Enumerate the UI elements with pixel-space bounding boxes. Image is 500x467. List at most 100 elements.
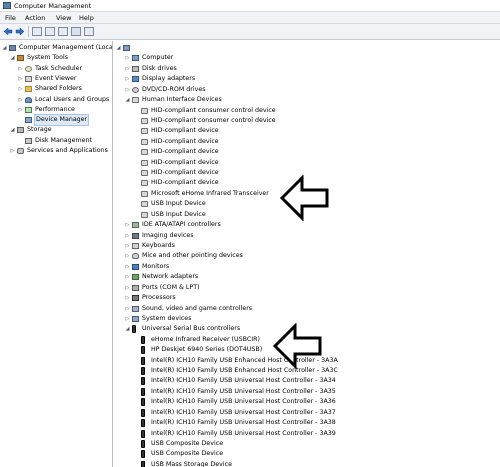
- collapse-toggle-icon[interactable]: ◢: [125, 324, 130, 334]
- device-tree-item[interactable]: Intel(R) ICH10 Family USB Universal Host…: [114, 376, 500, 386]
- expand-toggle-icon[interactable]: ▷: [18, 84, 23, 94]
- collapse-toggle-icon[interactable]: ◢: [2, 43, 7, 53]
- console-tree-item[interactable]: ▷ Local Users and Groups: [0, 95, 112, 105]
- device-tree-item[interactable]: HID-compliant device: [114, 158, 500, 168]
- expand-toggle-icon[interactable]: ▷: [125, 241, 130, 251]
- expand-toggle-icon[interactable]: ▷: [18, 105, 23, 115]
- device-tree-label: HID-compliant consumer control device: [151, 116, 276, 124]
- device-tree-item[interactable]: HID-compliant consumer control device: [114, 106, 500, 116]
- expand-toggle-icon[interactable]: ▷: [125, 272, 130, 282]
- device-tree-item[interactable]: Intel(R) ICH10 Family USB Universal Host…: [114, 387, 500, 397]
- back-arrow-icon[interactable]: [3, 27, 13, 36]
- device-tree-item[interactable]: ▷ IDE ATA/ATAPI controllers: [114, 220, 500, 230]
- device-tree-item[interactable]: ▷ Computer: [114, 53, 500, 63]
- device-tree-item[interactable]: ▷ Processors: [114, 293, 500, 303]
- hid-device-icon: [141, 201, 148, 208]
- expand-toggle-icon[interactable]: ▷: [125, 85, 130, 95]
- device-tree-item[interactable]: Intel(R) ICH10 Family USB Universal Host…: [114, 429, 500, 439]
- device-tree-label: Imaging devices: [142, 231, 194, 239]
- device-tree-item[interactable]: ▷ Imaging devices: [114, 231, 500, 241]
- device-tree[interactable]: ◢ ▷ Computer ▷ Disk drives ▷ Display adapters ▷…: [114, 41, 500, 467]
- device-tree-item[interactable]: HID-compliant device: [114, 126, 500, 136]
- show-hide-tree-icon[interactable]: [45, 27, 55, 36]
- console-tree-item[interactable]: ◢ Storage: [0, 125, 112, 135]
- device-tree-item[interactable]: USB Composite Device: [114, 449, 500, 459]
- system-tools-icon: [17, 55, 24, 62]
- collapse-toggle-icon[interactable]: ◢: [10, 53, 15, 63]
- expand-toggle-icon[interactable]: ▷: [125, 231, 130, 241]
- device-tree-item[interactable]: ◢ Human Interface Devices: [114, 95, 500, 105]
- menu-help[interactable]: Help: [79, 14, 94, 22]
- expand-toggle-icon[interactable]: ▷: [125, 220, 130, 230]
- hid-device-icon: [141, 190, 148, 197]
- device-tree-item[interactable]: ▷ Keyboards: [114, 241, 500, 251]
- usb-device-icon: [141, 387, 145, 396]
- help-icon[interactable]: [58, 27, 68, 36]
- device-tree-item[interactable]: ▷ Sound, video and game controllers: [114, 304, 500, 314]
- performance-icon: [25, 106, 32, 113]
- console-tree-label: Local Users and Groups: [35, 95, 110, 103]
- expand-toggle-icon[interactable]: ▷: [125, 64, 130, 74]
- console-tree-item[interactable]: Device Manager: [0, 114, 112, 127]
- device-tree-item[interactable]: Intel(R) ICH10 Family USB Universal Host…: [114, 397, 500, 407]
- console-tree-item[interactable]: ▷ Performance: [0, 105, 112, 115]
- device-tree-item[interactable]: ▷ Mice and other pointing devices: [114, 251, 500, 261]
- console-tree-item[interactable]: ◢ Computer Management (Local: [0, 43, 113, 53]
- device-tree-item[interactable]: ▷ Network adapters: [114, 272, 500, 282]
- console-tree-item[interactable]: ◢ System Tools: [0, 53, 112, 63]
- view-icon[interactable]: [84, 27, 94, 36]
- console-tree[interactable]: ◢ Computer Management (Local ◢ System Tools…: [0, 41, 113, 467]
- properties-icon[interactable]: [71, 27, 81, 36]
- expand-toggle-icon[interactable]: ▷: [125, 293, 130, 303]
- device-tree-item[interactable]: ▷ Monitors: [114, 262, 500, 272]
- menu-file[interactable]: File: [5, 14, 16, 22]
- console-tree-label: Disk Management: [35, 136, 93, 144]
- expand-toggle-icon[interactable]: ▷: [18, 74, 23, 84]
- up-level-icon[interactable]: [32, 27, 42, 36]
- device-tree-item[interactable]: USB Composite Device: [114, 439, 500, 449]
- collapse-toggle-icon[interactable]: ◢: [10, 125, 15, 135]
- collapse-toggle-icon[interactable]: ◢: [125, 95, 130, 105]
- device-tree-item[interactable]: HID-compliant device: [114, 137, 500, 147]
- device-tree-item[interactable]: ▷ Disk drives: [114, 64, 500, 74]
- device-tree-label: HID-compliant device: [151, 169, 219, 177]
- expand-toggle-icon[interactable]: ▷: [125, 304, 130, 314]
- expand-toggle-icon[interactable]: ▷: [125, 53, 130, 63]
- device-tree-item[interactable]: ◢: [114, 43, 500, 53]
- menu-action[interactable]: Action: [25, 14, 45, 22]
- device-tree-item[interactable]: HID-compliant device: [114, 147, 500, 157]
- hid-icon: [132, 97, 139, 104]
- expand-toggle-icon[interactable]: ▷: [125, 283, 130, 293]
- forward-arrow-icon[interactable]: [15, 27, 25, 36]
- console-tree-item[interactable]: ▷ Services and Applications: [0, 146, 112, 156]
- device-tree-item[interactable]: HID-compliant consumer control device: [114, 116, 500, 126]
- device-tree-item[interactable]: ▷ Display adapters: [114, 74, 500, 84]
- expand-toggle-icon[interactable]: ▷: [125, 262, 130, 272]
- shared-folders-icon: [25, 86, 32, 93]
- title-bar: Computer Management: [0, 0, 500, 12]
- expand-toggle-icon[interactable]: ▷: [125, 74, 130, 84]
- device-tree-label: Human Interface Devices: [142, 96, 222, 104]
- window-title: Computer Management: [14, 2, 92, 10]
- console-tree-item[interactable]: ▷ Task Scheduler: [0, 64, 112, 74]
- device-tree-item[interactable]: ▷ Ports (COM & LPT): [114, 283, 500, 293]
- device-tree-item[interactable]: Intel(R) ICH10 Family USB Universal Host…: [114, 418, 500, 428]
- device-tree-item[interactable]: USB Mass Storage Device: [114, 460, 500, 467]
- expand-toggle-icon[interactable]: ▷: [10, 146, 15, 156]
- collapse-toggle-icon[interactable]: ◢: [116, 43, 121, 53]
- device-tree-item[interactable]: Intel(R) ICH10 Family USB Universal Host…: [114, 408, 500, 418]
- console-tree-label: Computer Management (Local: [19, 44, 113, 51]
- console-tree-item[interactable]: Disk Management: [0, 136, 112, 146]
- device-tree-label: HID-compliant device: [151, 179, 219, 187]
- device-tree-item[interactable]: ▷ DVD/CD-ROM drives: [114, 85, 500, 95]
- device-tree-label: Intel(R) ICH10 Family USB Universal Host…: [151, 387, 336, 395]
- console-tree-item[interactable]: ▷ Event Viewer: [0, 74, 112, 84]
- computer-icon: [132, 55, 139, 62]
- device-tree-label: HP Deskjet 6940 Series (DOT4USB): [151, 346, 263, 354]
- expand-toggle-icon[interactable]: ▷: [18, 64, 23, 74]
- expand-toggle-icon[interactable]: ▷: [125, 251, 130, 261]
- expand-toggle-icon[interactable]: ▷: [18, 95, 23, 105]
- expand-toggle-icon[interactable]: ▷: [125, 314, 130, 324]
- menu-view[interactable]: View: [56, 14, 71, 22]
- console-tree-item[interactable]: ▷ Shared Folders: [0, 84, 112, 94]
